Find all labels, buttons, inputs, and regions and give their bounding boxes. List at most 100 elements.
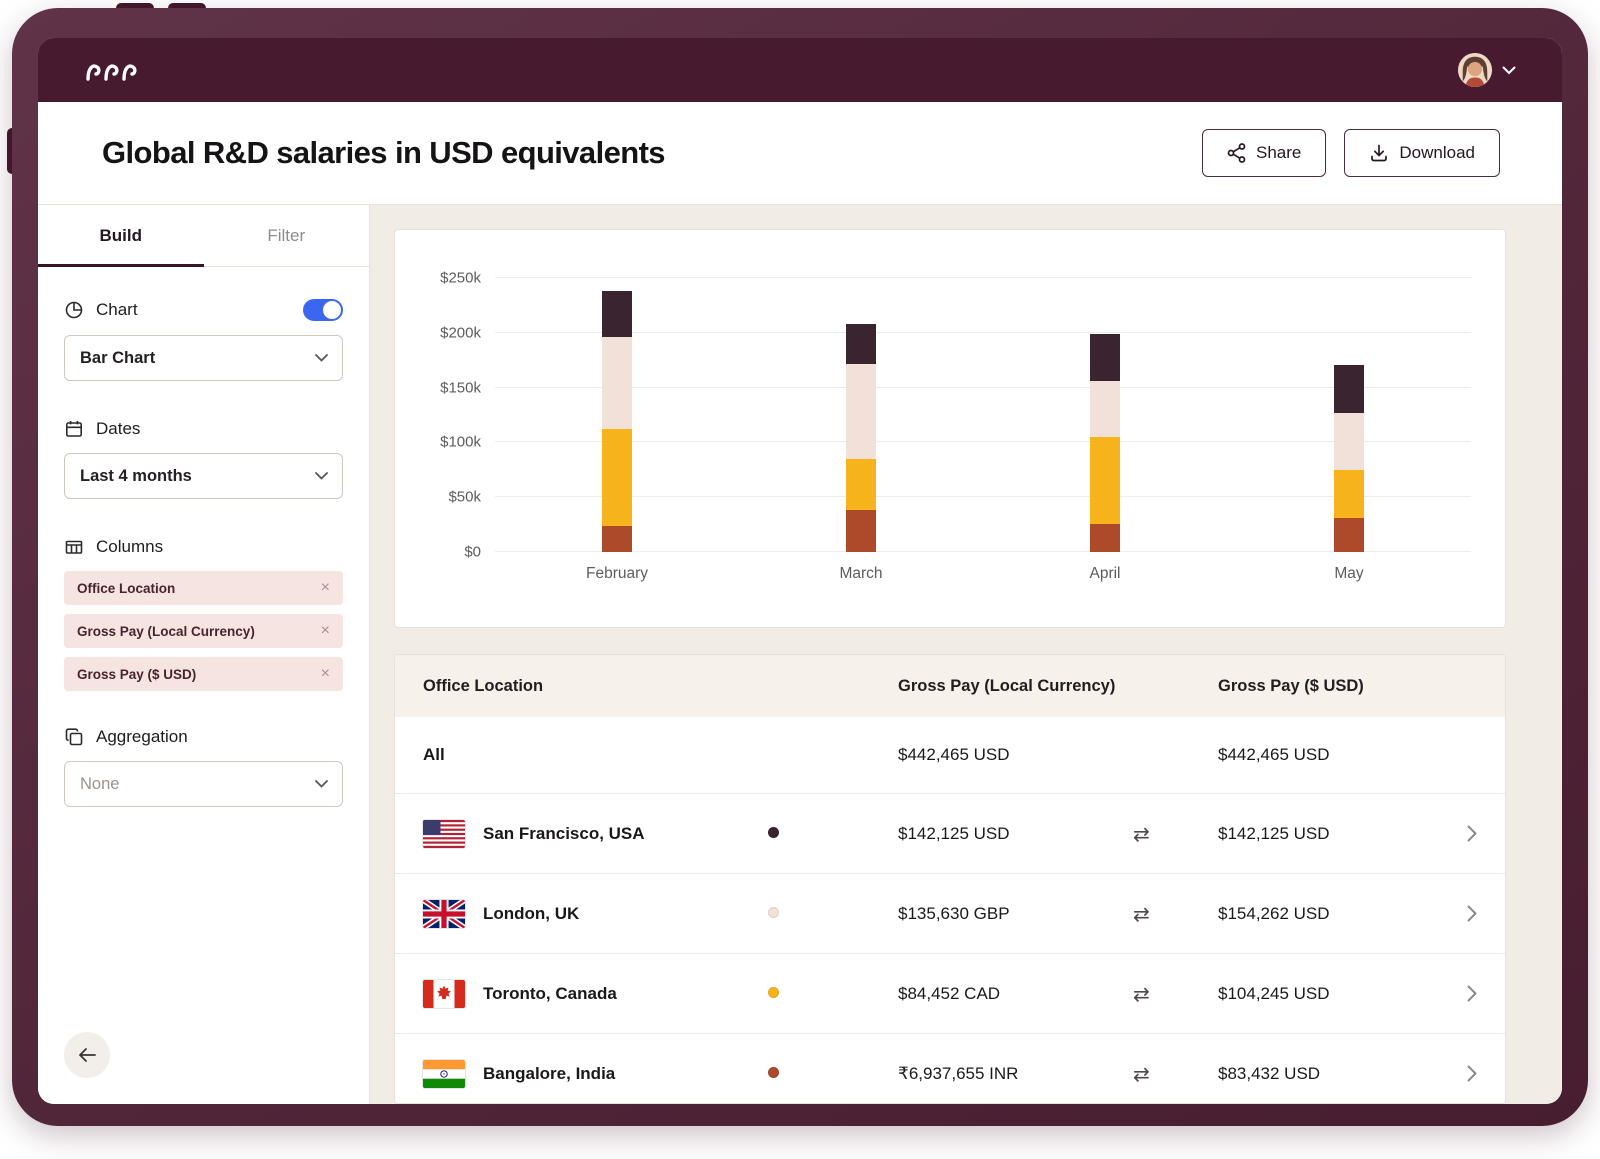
gross-pay-local-value: $135,630 GBP (898, 903, 1010, 923)
currency-convert-cell: ⇄ (1133, 982, 1218, 1006)
bar-column (495, 278, 739, 552)
bar-segment (1090, 381, 1120, 437)
stacked-bar-april[interactable] (1090, 278, 1120, 552)
stacked-bar-february[interactable] (602, 278, 632, 552)
top-app-bar (38, 38, 1562, 102)
office-location-cell: San Francisco, USA (423, 819, 768, 848)
column-header-gross-pay-usd: Gross Pay ($ USD) (1218, 676, 1364, 695)
table-header-row: Office Location Gross Pay (Local Currenc… (395, 655, 1505, 717)
bar-segment (1334, 364, 1364, 413)
salary-table-card: Office Location Gross Pay (Local Currenc… (394, 654, 1506, 1104)
currency-convert-icon: ⇄ (1133, 821, 1150, 846)
bar-segment (1090, 523, 1120, 552)
y-tick-label: $0 (464, 543, 481, 561)
chart-toggle[interactable] (303, 299, 343, 321)
gross-pay-local-value: $142,125 USD (898, 823, 1010, 843)
tab-filter[interactable]: Filter (204, 205, 370, 266)
table-row-bangalore-india[interactable]: Bangalore, India ₹6,937,655 INR ⇄ $83,432 U… (395, 1033, 1505, 1103)
sidebar-tabs: Build Filter (38, 205, 369, 267)
office-location-cell: London, UK (423, 899, 768, 928)
stacked-bar-may[interactable] (1334, 278, 1364, 552)
aggregation-section-label: Aggregation (96, 727, 188, 746)
office-location-name: All (423, 745, 445, 764)
chip-remove-icon[interactable]: × (321, 666, 330, 682)
chip-remove-icon[interactable]: × (321, 580, 330, 596)
gross-pay-usd-value: $104,245 USD (1218, 983, 1330, 1003)
flag-uk-icon (423, 899, 465, 928)
chevron-right-icon[interactable] (1467, 1065, 1477, 1082)
y-tick-label: $100k (440, 433, 481, 451)
currency-convert-icon: ⇄ (1133, 1061, 1150, 1086)
currency-convert-cell: ⇄ (1133, 902, 1218, 926)
chip-remove-icon[interactable]: × (321, 623, 330, 639)
table-body: All $442,465 USD $442,465 USD San Francisc… (395, 717, 1505, 1103)
report-canvas: $0 $50k $100k $150k $200k $250k February March… (370, 205, 1562, 1104)
office-location-cell: Bangalore, India (423, 1059, 768, 1088)
share-button[interactable]: Share (1202, 129, 1327, 177)
dates-section-label: Dates (96, 419, 141, 438)
office-location-cell: All (423, 745, 768, 765)
aggregation-select[interactable]: None (64, 761, 343, 807)
chart-type-select[interactable]: Bar Chart (64, 335, 343, 381)
app-screen: Global R&D salaries in USD equivalents S… (38, 38, 1562, 1104)
chevron-right-icon[interactable] (1467, 985, 1477, 1002)
dates-select[interactable]: Last 4 months (64, 453, 343, 499)
row-detail-cell (1467, 825, 1477, 842)
bar-segment (602, 337, 632, 430)
calendar-icon (65, 421, 82, 437)
account-menu[interactable] (1458, 53, 1516, 87)
column-chip[interactable]: Gross Pay ($ USD) × (64, 657, 343, 691)
chevron-down-icon (315, 780, 328, 788)
columns-icon (65, 540, 83, 554)
page-title: Global R&D salaries in USD equivalents (102, 135, 666, 170)
aggregation-section-header: Aggregation (64, 727, 343, 747)
chevron-down-icon (315, 472, 328, 480)
x-tick-label: April (1089, 565, 1121, 582)
gross-pay-usd-value: $154,262 USD (1218, 903, 1330, 923)
chevron-right-icon[interactable] (1467, 905, 1477, 922)
x-tick-label: February (585, 565, 649, 582)
y-tick-label: $50k (448, 488, 481, 506)
gross-pay-local-value: $442,465 USD (898, 745, 1010, 764)
flag-us-icon (423, 819, 465, 848)
bar-column (983, 278, 1227, 552)
table-row-san-francisco-usa[interactable]: San Francisco, USA $142,125 USD ⇄ $142,125 … (395, 793, 1505, 873)
arrow-left-icon (79, 1048, 96, 1062)
bar-segment (846, 458, 876, 511)
row-detail-cell (1467, 985, 1477, 1002)
columns-section-label: Columns (96, 537, 164, 556)
column-chip-label: Office Location (77, 580, 176, 596)
stacked-bar-march[interactable] (846, 278, 876, 552)
rippling-logo-icon[interactable] (84, 55, 140, 85)
chevron-down-icon (1502, 66, 1516, 74)
dates-section-header: Dates (64, 419, 343, 439)
columns-section-header: Columns (64, 537, 343, 557)
gross-pay-local-value: ₹6,937,655 INR (898, 1063, 1019, 1083)
chevron-right-icon[interactable] (1467, 825, 1477, 842)
tab-build[interactable]: Build (38, 205, 204, 267)
table-row-london-uk[interactable]: London, UK $135,630 GBP ⇄ $154,262 USD (395, 873, 1505, 953)
aggregation-layers-icon (65, 728, 83, 746)
bar-segment (846, 510, 876, 552)
table-row-toronto-canada[interactable]: Toronto, Canada $84,452 CAD ⇄ $104,245 USD (395, 953, 1505, 1033)
currency-convert-cell: ⇄ (1133, 822, 1218, 846)
collapse-sidebar-button[interactable] (64, 1032, 110, 1078)
series-color-dot (768, 986, 779, 998)
chart-plot (495, 277, 1471, 552)
y-tick-label: $250k (440, 269, 481, 287)
flag-in-icon (423, 1059, 465, 1088)
currency-convert-icon: ⇄ (1133, 981, 1150, 1006)
column-chip[interactable]: Office Location × (64, 571, 343, 605)
download-icon (1371, 144, 1388, 162)
chevron-down-icon (315, 354, 328, 362)
user-avatar[interactable] (1458, 53, 1492, 87)
table-row-all: All $442,465 USD $442,465 USD (395, 717, 1505, 793)
bar-column (1227, 278, 1471, 552)
download-button[interactable]: Download (1344, 129, 1500, 177)
chart-section-header: Chart (64, 299, 343, 321)
bar-column (739, 278, 983, 552)
gross-pay-local-value: $84,452 CAD (898, 983, 1001, 1003)
column-chip[interactable]: Gross Pay (Local Currency) × (64, 614, 343, 648)
column-header-office-location: Office Location (423, 676, 544, 695)
gross-pay-usd-value: $142,125 USD (1218, 823, 1330, 843)
